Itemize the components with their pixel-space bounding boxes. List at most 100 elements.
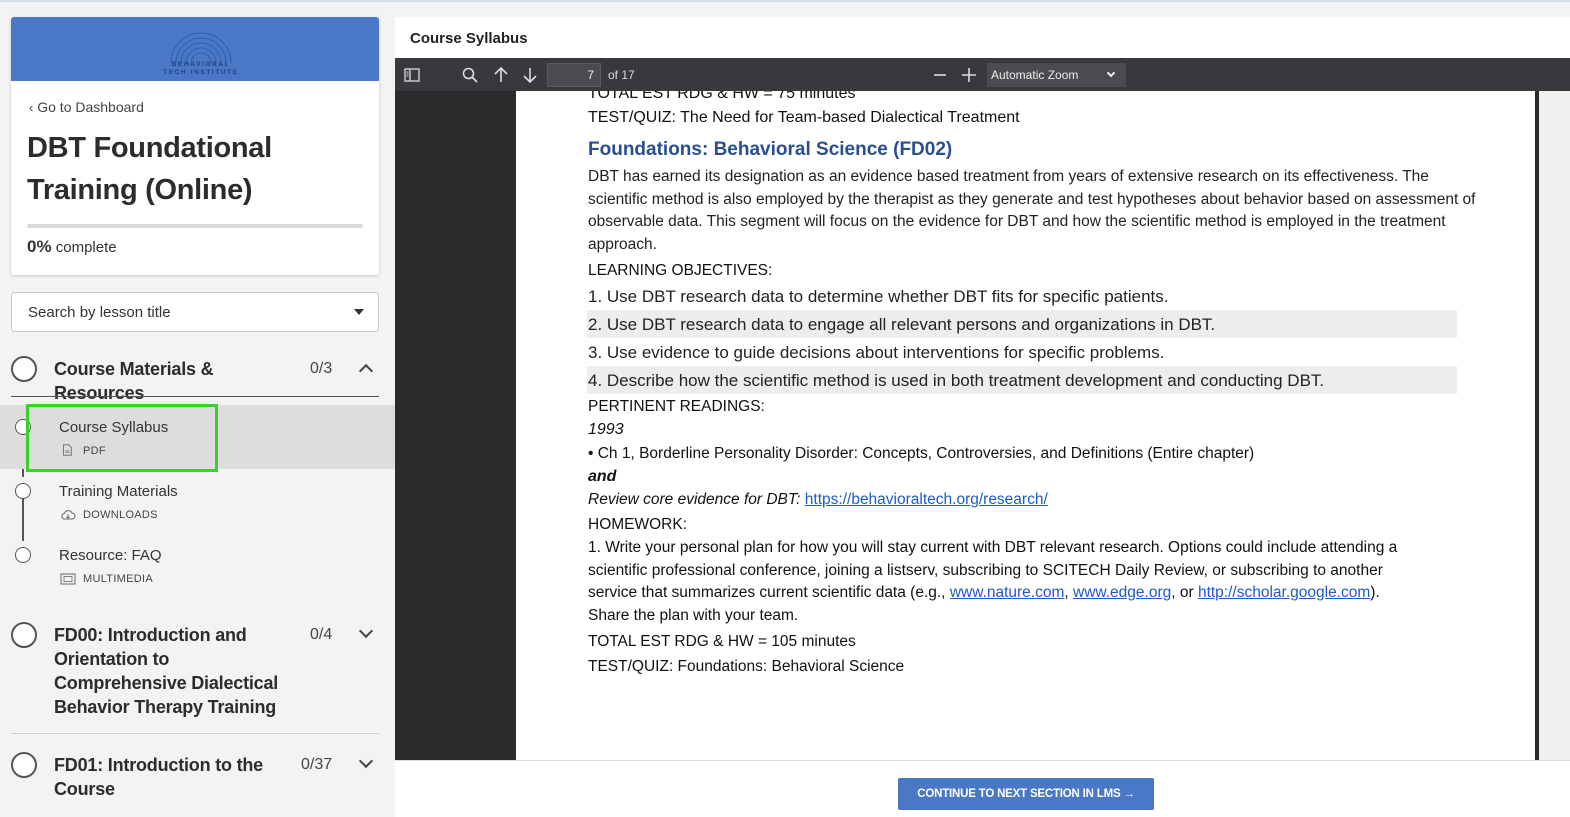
pdf-viewer: Course Syllabus of 17 xyxy=(395,17,1570,817)
arrow-down-icon xyxy=(523,68,537,84)
previous-quiz-line: TEST/QUIZ: The Need for Team-based Diale… xyxy=(588,109,1020,126)
zoom-in-button[interactable] xyxy=(958,64,980,86)
previous-page-button[interactable] xyxy=(490,64,512,86)
objective-item: 1. Use DBT research data to determine wh… xyxy=(588,287,1169,306)
homework-line: service that summarizes current scientif… xyxy=(588,584,1380,602)
homework-line: scientific professional conference, join… xyxy=(588,562,1383,579)
homework-label: HOMEWORK: xyxy=(588,516,688,533)
course-card: BEHAVIORAL TECH INSTITUTE ‹ Go to Dashbo… xyxy=(11,17,379,275)
section-description: DBT has earned its designation as an evi… xyxy=(588,168,1476,254)
chevron-down-icon[interactable] xyxy=(358,753,374,769)
progress-label: complete xyxy=(55,239,117,256)
section-status-circle xyxy=(11,356,37,382)
section-title: Course Materials & Resources xyxy=(54,359,214,403)
course-banner: BEHAVIORAL TECH INSTITUTE xyxy=(11,17,379,81)
homework-line3-post: ). xyxy=(1370,584,1380,601)
continue-label: CONTINUE TO NEXT SECTION IN LMS xyxy=(917,788,1121,800)
objective-item: 2. Use DBT research data to engage all r… xyxy=(588,315,1216,334)
logo-text-line1: BEHAVIORAL xyxy=(171,61,231,68)
lesson-search-dropdown[interactable]: Search by lesson title xyxy=(11,292,379,332)
section-divider xyxy=(11,733,379,734)
section-fd01[interactable]: FD01: Introduction to the Course 0/37 xyxy=(11,749,379,805)
research-link[interactable]: https://behavioraltech.org/research/ xyxy=(805,491,1048,508)
sidebar-toggle-button[interactable] xyxy=(401,64,423,86)
objective-item: 3. Use evidence to guide decisions about… xyxy=(588,343,1165,362)
find-button[interactable] xyxy=(459,64,481,86)
document-area[interactable]: TOTAL EST RDG & HW = 75 minutes TEST/QUI… xyxy=(395,91,1570,760)
viewer-footer: CONTINUE TO NEXT SECTION IN LMS → xyxy=(395,760,1570,817)
section-status-circle xyxy=(11,622,37,648)
section-count: 0/37 xyxy=(301,756,333,773)
objective-item: 4. Describe how the scientific method is… xyxy=(588,371,1325,390)
nature-link[interactable]: www.nature.com xyxy=(950,584,1065,601)
homework-line: 1. Write your personal plan for how you … xyxy=(588,539,1398,556)
go-to-dashboard-link[interactable]: ‹ Go to Dashboard xyxy=(29,99,144,115)
chevron-down-icon[interactable] xyxy=(358,623,374,639)
lesson-title: Training Materials xyxy=(59,483,178,500)
reading-and: and xyxy=(588,468,617,485)
behavioral-tech-logo: BEHAVIORAL TECH INSTITUTE xyxy=(161,23,241,77)
back-link-label: Go to Dashboard xyxy=(37,99,144,115)
section-count: 0/4 xyxy=(310,626,333,643)
reading-year: 1993 xyxy=(588,421,624,438)
review-line: Review core evidence for DBT: https://be… xyxy=(588,491,1048,509)
section-fd00[interactable]: FD00: Introduction and Orientation to Co… xyxy=(11,619,379,719)
chevron-up-icon[interactable] xyxy=(358,363,374,379)
edge-link[interactable]: www.edge.org xyxy=(1073,584,1171,601)
selection-highlight-box xyxy=(26,404,218,472)
zoom-select[interactable]: Automatic Zoom xyxy=(987,63,1126,87)
section-title: FD00: Introduction and Orientation to Co… xyxy=(54,625,279,717)
course-title: DBT Foundational Training (Online) xyxy=(27,132,272,206)
lesson-status-circle xyxy=(15,547,31,563)
arrow-up-icon xyxy=(494,66,508,82)
lesson-training-materials[interactable]: Training Materials DOWNLOADS xyxy=(0,469,395,533)
vertical-scrollbar[interactable] xyxy=(1539,91,1570,760)
continue-next-section-button[interactable]: CONTINUE TO NEXT SECTION IN LMS → xyxy=(898,778,1154,810)
section-heading: Foundations: Behavioral Science (FD02) xyxy=(588,139,953,160)
separator: , xyxy=(1064,584,1074,601)
lesson-title: Resource: FAQ xyxy=(59,547,162,564)
pdf-toolbar: of 17 Automatic Zoom xyxy=(395,58,1570,91)
course-sidebar: BEHAVIORAL TECH INSTITUTE ‹ Go to Dashbo… xyxy=(0,2,395,817)
viewer-title: Course Syllabus xyxy=(410,30,528,47)
lesson-type: DOWNLOADS xyxy=(83,509,158,521)
caret-down-icon xyxy=(354,309,364,315)
search-placeholder: Search by lesson title xyxy=(28,304,171,321)
readings-label: PERTINENT READINGS: xyxy=(588,398,765,415)
section-title: FD01: Introduction to the Course xyxy=(54,755,263,799)
progress-bar xyxy=(27,224,363,228)
reading-item: • Ch 1, Borderline Personality Disorder:… xyxy=(588,445,1255,462)
arrow-right-icon: → xyxy=(1123,788,1135,800)
chevron-down-icon xyxy=(1106,68,1116,78)
zoom-out-button[interactable] xyxy=(929,64,951,86)
cloud-download-icon xyxy=(61,510,76,520)
page-count-label: of 17 xyxy=(608,68,635,82)
homework-line3-pre: service that summarizes current scientif… xyxy=(588,584,950,601)
lesson-type: MULTIMEDIA xyxy=(83,573,154,585)
progress-percent: 0% xyxy=(27,237,52,256)
multimedia-icon xyxy=(60,573,76,585)
section-divider xyxy=(11,396,379,397)
pdf-page: TOTAL EST RDG & HW = 75 minutes TEST/QUI… xyxy=(516,91,1535,760)
minus-icon xyxy=(934,74,946,76)
plus-icon xyxy=(962,68,976,82)
quiz-line: TEST/QUIZ: Foundations: Behavioral Scien… xyxy=(588,658,905,675)
logo-text-line2: TECH INSTITUTE xyxy=(163,69,239,76)
homework-line: Share the plan with your team. xyxy=(588,607,799,624)
lesson-resource-faq[interactable]: Resource: FAQ MULTIMEDIA xyxy=(0,533,395,597)
search-icon xyxy=(462,67,478,83)
separator: , or xyxy=(1171,584,1198,601)
total-estimate: TOTAL EST RDG & HW = 105 minutes xyxy=(588,633,856,650)
page-number-input[interactable] xyxy=(547,63,601,87)
scholar-link[interactable]: http://scholar.google.com xyxy=(1198,584,1370,601)
chevron-left-icon: ‹ xyxy=(29,100,34,115)
sidebar-toggle-icon xyxy=(404,68,420,82)
progress-text: 0% complete xyxy=(27,237,117,257)
zoom-value: Automatic Zoom xyxy=(991,68,1079,82)
lesson-status-circle xyxy=(15,483,31,499)
cut-off-line: TOTAL EST RDG & HW = 75 minutes xyxy=(588,91,856,102)
objectives-label: LEARNING OBJECTIVES: xyxy=(588,262,773,279)
next-page-button[interactable] xyxy=(519,64,541,86)
section-count: 0/3 xyxy=(310,360,333,377)
section-course-materials[interactable]: Course Materials & Resources 0/3 xyxy=(11,354,379,403)
